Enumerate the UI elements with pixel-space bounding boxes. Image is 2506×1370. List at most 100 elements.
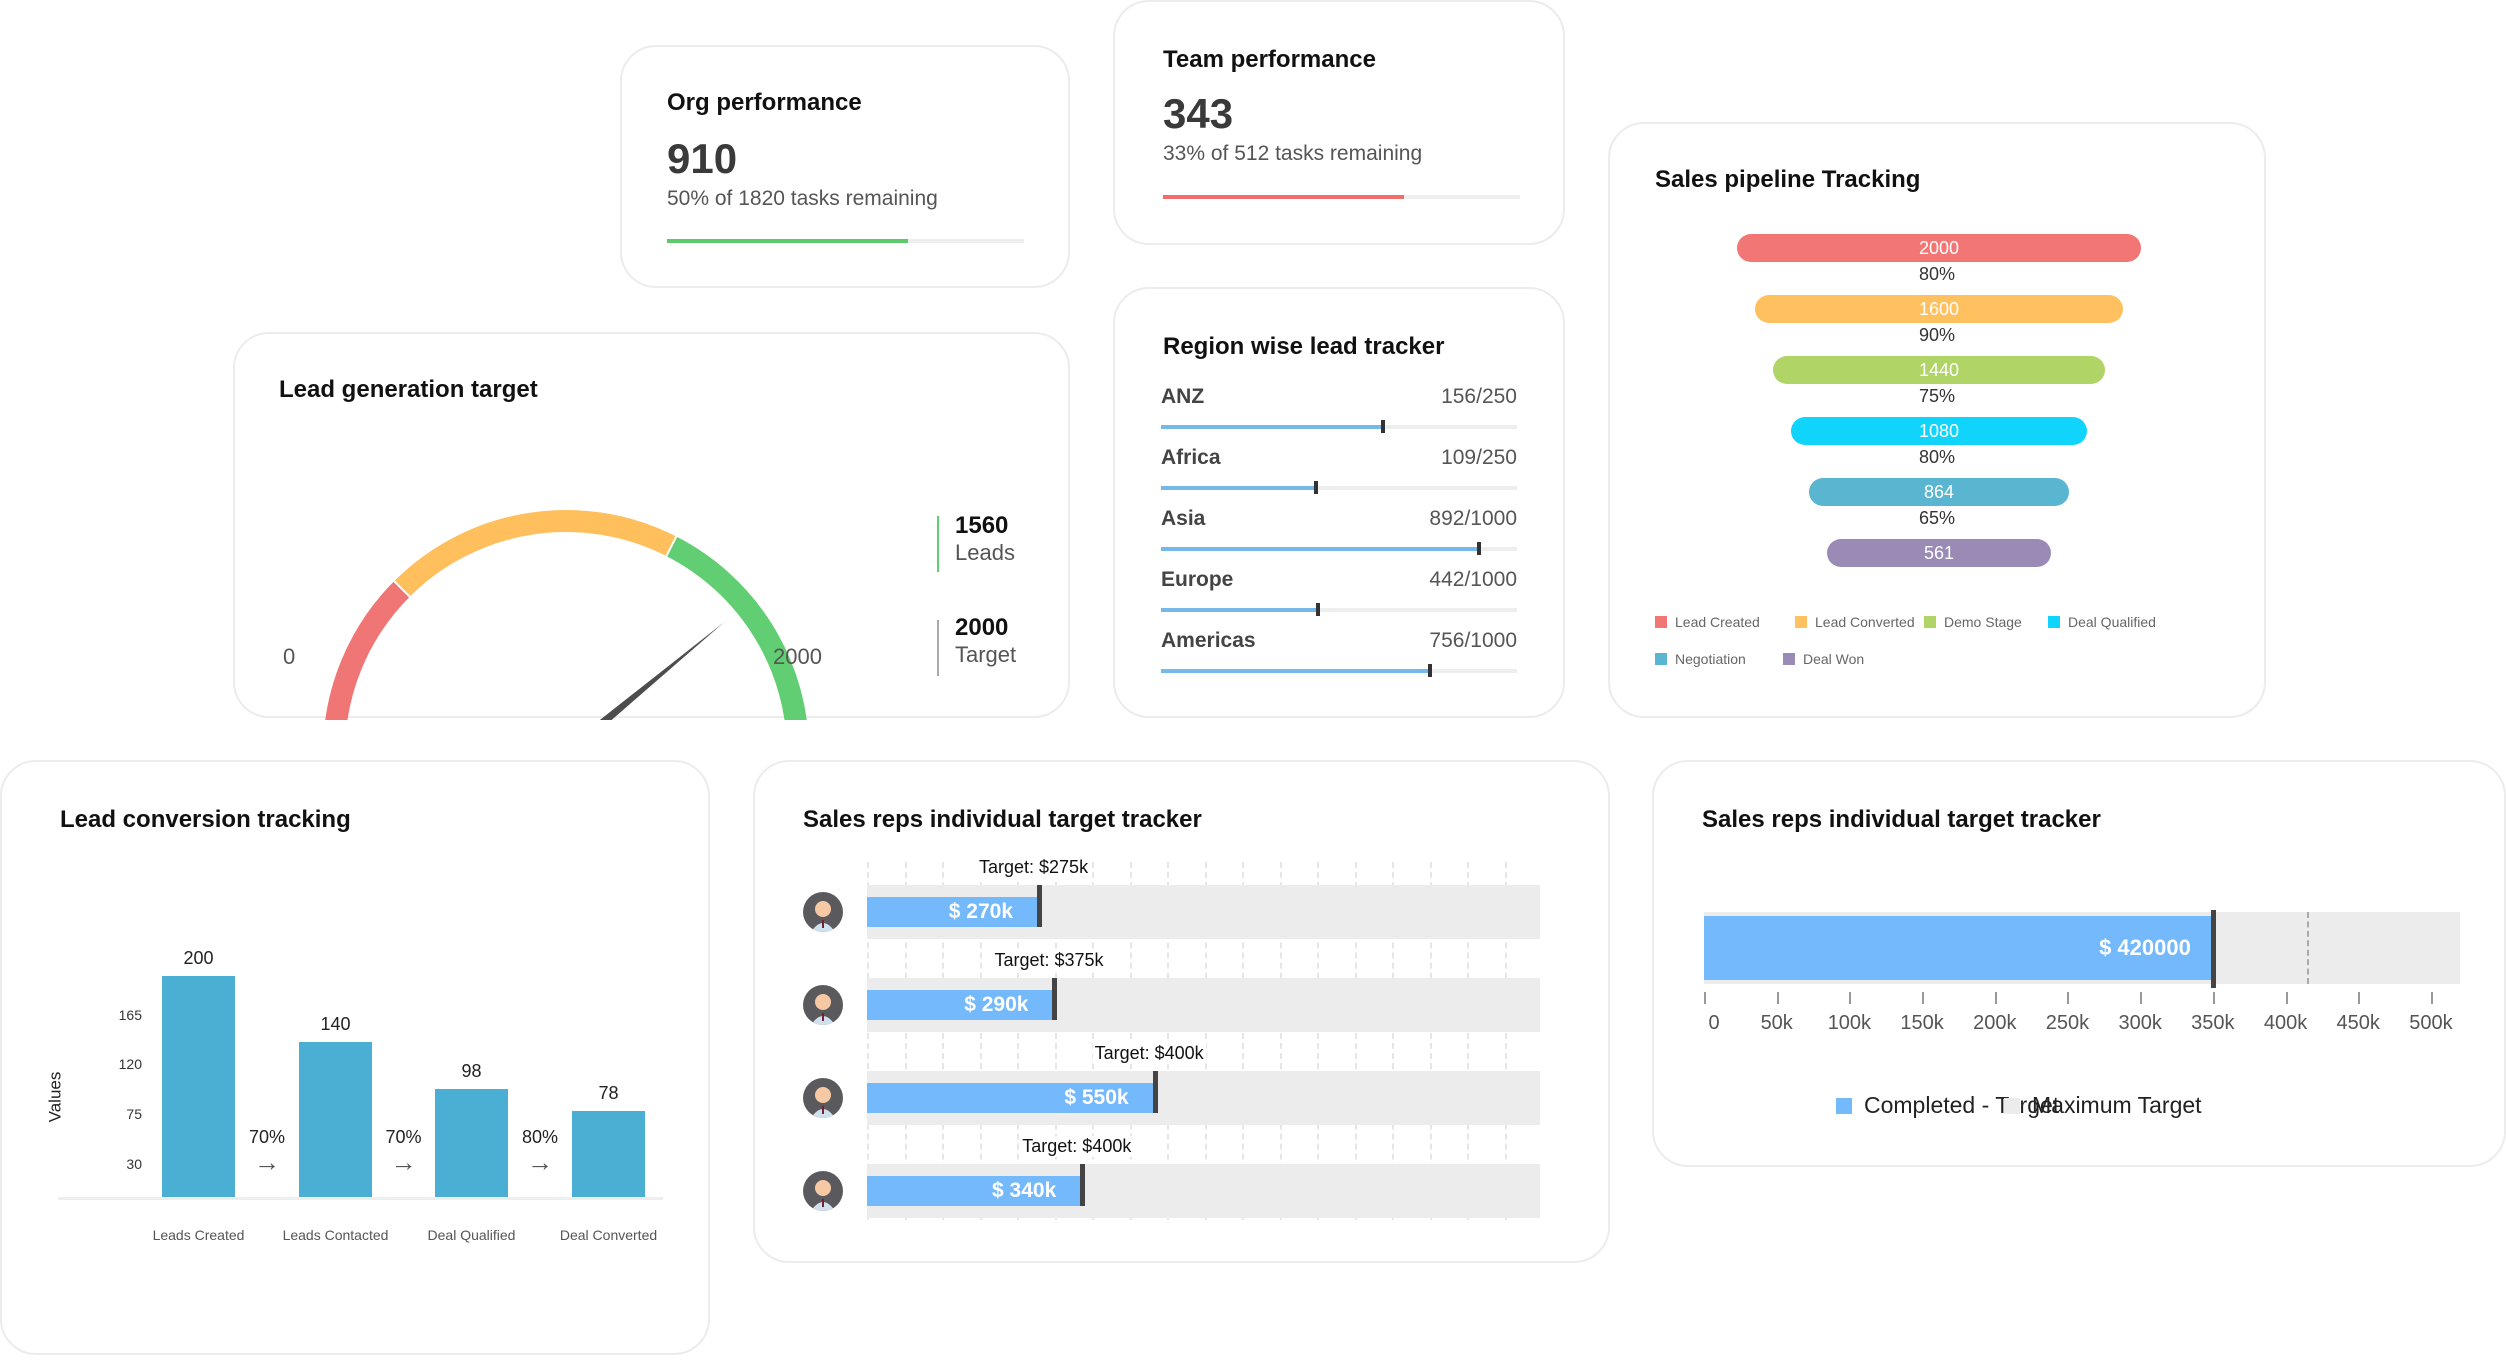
legend-label: Maximum Target (2032, 1092, 2202, 1118)
region-progress-fill (1161, 608, 1319, 612)
funnel-conversion-rate: 80% (1918, 447, 1956, 467)
region-row: ANZ 156/250 (1161, 385, 1517, 435)
region-progress-track (1161, 664, 1517, 677)
arrow-right-icon: → (527, 1147, 553, 1177)
sales-rep-single-card: Sales reps individual target tracker $ 4… (1652, 760, 2506, 1167)
lc-bar-value: 98 (461, 1060, 482, 1081)
funnel-conversion-rate: 90% (1918, 325, 1956, 345)
funnel-stage-lead-converted: 1600 (1755, 295, 2123, 323)
x-axis-tick (1704, 992, 1706, 1004)
lead-conversion-chart: 200 Leads Created 140 Leads Contacted 98 Deal… (2, 762, 708, 1353)
sales-reps-bullet-chart: $ 270k Target: $275k $ 290k Target: $375k $ … (755, 762, 1608, 1261)
gauge-band-2 (666, 536, 807, 720)
region-row: Africa 109/250 (1161, 446, 1517, 496)
region-row: Europe 442/1000 (1161, 568, 1517, 618)
legend-item-deal-qualified[interactable]: Deal Qualified (2048, 614, 2156, 630)
region-progress-fill (1161, 425, 1384, 429)
rep-target-label: Target: $400k (1020, 1136, 1134, 1157)
region-value: 109/250 (1441, 446, 1517, 469)
region-progress-track (1161, 481, 1517, 494)
x-axis-tick-label: 450k (2336, 1012, 2380, 1034)
region-tracker-title: Region wise lead tracker (1163, 333, 1445, 360)
region-progress-marker (1476, 542, 1481, 555)
lc-conversion-rate: 80% (521, 1127, 559, 1147)
x-axis-tick-label: 300k (2118, 1012, 2162, 1034)
x-axis-tick (1776, 992, 1779, 1004)
team-performance-progress (1163, 195, 1520, 199)
legend-label: Lead Created (1675, 614, 1760, 630)
legend-swatch (1924, 616, 1936, 628)
org-performance-progress (667, 239, 1024, 243)
org-performance-progress-fill (667, 239, 908, 243)
region-name: Asia (1161, 507, 1206, 530)
funnel-stage-negotiation: 864 (1809, 478, 2069, 506)
legend-swatch (2004, 1098, 2020, 1114)
region-progress-track (1161, 603, 1517, 616)
region-value: 756/1000 (1429, 629, 1517, 652)
person-icon (811, 901, 835, 932)
rep-target-marker (1037, 885, 1042, 927)
legend-label: Deal Won (1803, 651, 1865, 667)
legend-label: Demo Stage (1944, 614, 2022, 630)
x-axis-tick-label: 200k (1973, 1012, 2017, 1034)
region-value: 442/1000 (1429, 568, 1517, 591)
rep-avatar[interactable] (803, 892, 843, 932)
target-marker (2210, 910, 2216, 988)
rep-target-label: Target: $400k (1092, 1043, 1206, 1064)
team-performance-title: Team performance (1163, 46, 1376, 73)
lc-category-label: Deal Converted (559, 1227, 658, 1243)
legend-swatch (1836, 1098, 1852, 1114)
region-tracker-card: Region wise lead tracker ANZ 156/250 Afric… (1113, 287, 1565, 718)
funnel-stage-lead-created: 2000 (1737, 234, 2141, 262)
lc-bar-3 (572, 1110, 645, 1197)
rep-achieved-bar: $ 340k (867, 1176, 1081, 1206)
lead-generation-card: Lead generation target 0 2000 1560 Leads… (233, 332, 1070, 720)
team-performance-card: Team performance 343 33% of 512 tasks re… (1113, 0, 1565, 245)
region-progress-track (1161, 542, 1517, 555)
x-axis-tick-label: 500k (2409, 1012, 2453, 1034)
legend-item-deal-won[interactable]: Deal Won (1783, 651, 1864, 667)
legend-item-demo-stage[interactable]: Demo Stage (1924, 614, 2022, 630)
region-progress-marker (1316, 603, 1321, 616)
sales-pipeline-card: Sales pipeline Tracking 2000 80% 1600 90% 14… (1608, 122, 2266, 718)
org-performance-subtitle: 50% of 1820 tasks remaining (667, 187, 938, 210)
x-axis-tick-label: 50k (1760, 1012, 1793, 1034)
legend-item-1[interactable]: Maximum Target (2004, 1092, 2202, 1119)
legend-label: Deal Qualified (2068, 614, 2156, 630)
rep-achieved-bar: $ 550k (867, 1083, 1153, 1113)
lc-conversion-rate: 70% (248, 1127, 286, 1147)
x-axis-tick (1922, 992, 1925, 1004)
legend-item-negotiation[interactable]: Negotiation (1655, 651, 1746, 667)
rep-target-marker (1052, 978, 1058, 1020)
x-axis-tick-label: 150k (1900, 1012, 1944, 1034)
x-axis-tick-label: 350k (2191, 1012, 2235, 1034)
region-progress-track (1161, 420, 1517, 433)
rep-target-marker (1152, 1071, 1158, 1113)
lc-bar-0 (162, 976, 235, 1197)
person-icon (811, 994, 835, 1025)
lead-conversion-card: Lead conversion tracking Values 200 Leads… (0, 760, 710, 1355)
lc-category-label: Deal Qualified (427, 1227, 516, 1243)
rep-avatar[interactable] (803, 985, 843, 1025)
region-progress-marker (1428, 664, 1433, 677)
lc-conversion-rate: 70% (385, 1127, 422, 1147)
rep-avatar[interactable] (803, 1078, 843, 1118)
lc-bar-1 (299, 1042, 372, 1197)
person-icon (811, 1087, 835, 1118)
region-progress-marker (1314, 481, 1319, 494)
x-axis-tick-label: 100k (1827, 1012, 1872, 1034)
lc-bar-value: 140 (320, 1014, 351, 1035)
x-axis-tick (2430, 992, 2433, 1004)
region-name: ANZ (1161, 385, 1205, 408)
region-name: Americas (1161, 629, 1256, 652)
legend-item-lead-created[interactable]: Lead Created (1655, 614, 1760, 630)
region-row: Asia 892/1000 (1161, 507, 1517, 557)
target-dash-line (2307, 912, 2310, 984)
x-axis-line (58, 1197, 663, 1200)
rep-avatar[interactable] (803, 1171, 843, 1211)
target-label: Target (955, 642, 1017, 667)
x-axis-tick (1849, 992, 1852, 1004)
legend-item-lead-converted[interactable]: Lead Converted (1795, 614, 1915, 630)
funnel-conversion-rate: 75% (1918, 386, 1956, 406)
gauge-min-label: 0 (283, 644, 296, 669)
